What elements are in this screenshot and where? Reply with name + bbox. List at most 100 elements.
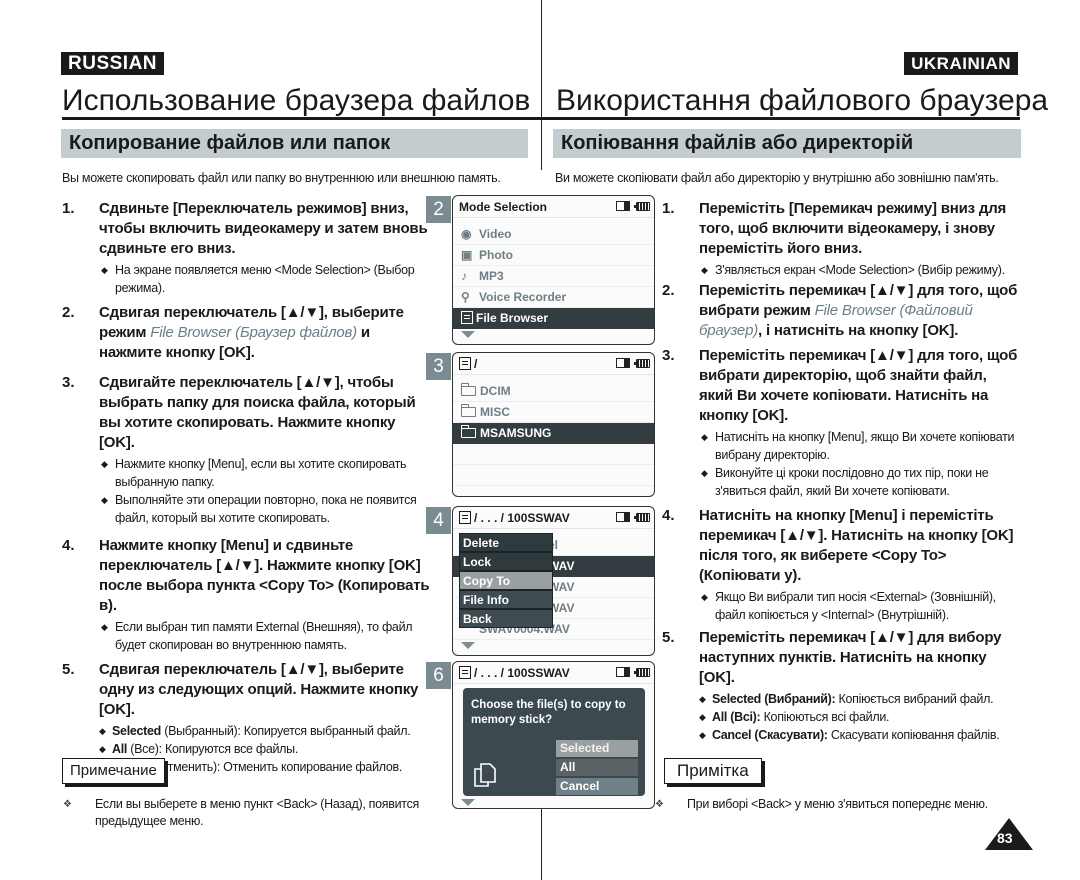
page-title-russian: Использование браузера файлов xyxy=(62,84,531,117)
step-number: 1. xyxy=(62,200,75,217)
scroll-down-icon[interactable] xyxy=(461,331,475,338)
intro-ukrainian: Ви можете скопіювати файл або директорію… xyxy=(555,171,999,185)
step-text: Перемістіть перемикач [▲/▼] для того, що… xyxy=(699,347,1018,424)
step-text: Перемістіть перемикач [▲/▼] для вибору н… xyxy=(699,629,1002,686)
scroll-down-icon[interactable] xyxy=(461,799,475,806)
video-camera-icon: ◉ xyxy=(461,227,472,241)
folder-item[interactable]: DCIM xyxy=(453,381,654,402)
menu-item-voice-recorder[interactable]: ⚲ Voice Recorder xyxy=(453,287,654,308)
screen-number-4: 4 xyxy=(426,507,451,534)
battery-icon xyxy=(634,512,650,522)
dialog-question: Choose the file(s) to copy to memory sti… xyxy=(471,699,626,726)
document-icon xyxy=(459,511,471,524)
page-title-ukrainian: Використання файлового браузера xyxy=(556,84,1049,117)
music-note-icon: ♪ xyxy=(461,269,467,283)
step-number: 4. xyxy=(662,507,675,524)
bullet: Если выбран тип памяти External (Внешняя… xyxy=(99,618,432,654)
step-3: 3. Перемістіть перемикач [▲/▼] для того,… xyxy=(662,346,1022,500)
menu-copy-to[interactable]: Copy To xyxy=(459,571,553,590)
document-icon xyxy=(461,311,473,324)
step-2: 2. Сдвигая переключатель [▲/▼], выберите… xyxy=(62,303,432,363)
folder-icon xyxy=(461,425,476,438)
option-cancel-button[interactable]: Cancel xyxy=(556,778,638,795)
step-text: Перемістіть [Перемикач режиму] вниз для … xyxy=(699,200,1007,257)
step-number: 3. xyxy=(662,347,675,364)
option-selected: Selected (Вибраний): Копіюється вибраний… xyxy=(699,690,1022,708)
intro-russian: Вы можете скопировать файл или папку во … xyxy=(62,171,501,185)
step-number: 3. xyxy=(62,374,75,391)
step-3: 3. Сдвигайте переключатель [▲/▼], чтобы … xyxy=(62,373,432,527)
step-text: Нажмите кнопку [Menu] и сдвиньте переклю… xyxy=(99,537,430,614)
step-text: Сдвигая переключатель [▲/▼], выберите ре… xyxy=(99,304,404,361)
memory-icon xyxy=(616,512,630,522)
scroll-down-icon[interactable] xyxy=(461,642,475,649)
step-number: 2. xyxy=(662,282,675,299)
bullet: Нажмите кнопку [Menu], если вы хотите ск… xyxy=(99,455,432,491)
option-selected: Selected (Выбранный): Копируется выбранн… xyxy=(99,722,432,740)
camera-icon: ▣ xyxy=(461,248,473,262)
bullet: Натисніть на кнопку [Menu], якщо Ви хоче… xyxy=(699,428,1022,464)
title-rule xyxy=(62,117,1020,120)
step-5: 5. Перемістіть перемикач [▲/▼] для вибор… xyxy=(662,628,1022,744)
menu-item-video[interactable]: ◉ Video xyxy=(453,224,654,245)
screen-number-6: 6 xyxy=(426,662,451,689)
microphone-icon: ⚲ xyxy=(461,290,470,304)
screen-header: / xyxy=(453,353,654,375)
step-text: Сдвигайте переключатель [▲/▼], чтобы выб… xyxy=(99,374,416,451)
option-all: All (Всі): Копіюються всі файли. xyxy=(699,708,1022,726)
step-number: 1. xyxy=(662,200,675,217)
step-number: 5. xyxy=(662,629,675,646)
language-badge-ukrainian: UKRAINIAN xyxy=(904,52,1018,75)
menu-back[interactable]: Back xyxy=(459,609,553,628)
mode-highlight: File Browser (Браузер файлов) xyxy=(150,324,357,341)
language-badge-russian: RUSSIAN xyxy=(61,52,165,75)
battery-icon xyxy=(634,201,650,211)
step-1: 1. Перемістіть [Перемикач режиму] вниз д… xyxy=(662,199,1022,279)
step-number: 4. xyxy=(62,537,75,554)
note-text-russian: Если вы выберете в меню пункт <Back> (На… xyxy=(63,796,425,830)
note-label-ukrainian: Примітка xyxy=(664,758,762,784)
page-number-badge: 83 xyxy=(985,818,1033,850)
menu-item-file-browser[interactable]: File Browser xyxy=(453,308,654,329)
steps-ukrainian: 1. Перемістіть [Перемикач режиму] вниз д… xyxy=(662,199,1022,744)
screen-mode-selection: Mode Selection ◉ Video ▣ Photo ♪ MP3 ⚲ Voice… xyxy=(452,195,655,345)
option-all-button[interactable]: All xyxy=(556,759,638,776)
screen-folder-list: / DCIM MISC MSAMSUNG xyxy=(452,352,655,497)
option-cancel: Cancel (Скасувати): Скасувати копіювання… xyxy=(699,726,1022,744)
note-label-russian: Примечание xyxy=(62,758,165,784)
menu-file-info[interactable]: File Info xyxy=(459,590,553,609)
context-menu: Delete Lock Copy To File Info Back xyxy=(459,533,553,628)
menu-delete[interactable]: Delete xyxy=(459,533,553,552)
step-1: 1. Сдвиньте [Переключатель режимов] вниз… xyxy=(62,199,432,297)
menu-item-mp3[interactable]: ♪ MP3 xyxy=(453,266,654,287)
menu-lock[interactable]: Lock xyxy=(459,552,553,571)
folder-icon xyxy=(461,383,476,396)
page-number: 83 xyxy=(997,830,1013,846)
battery-icon xyxy=(634,667,650,677)
memory-icon xyxy=(616,201,630,211)
option-selected-button[interactable]: Selected xyxy=(556,740,638,757)
step-text: Натисніть на кнопку [Menu] і перемістіть… xyxy=(699,507,1014,584)
step-text: Сдвиньте [Переключатель режимов] вниз, ч… xyxy=(99,200,428,257)
battery-icon xyxy=(634,358,650,368)
menu-item-photo[interactable]: ▣ Photo xyxy=(453,245,654,266)
section-heading-ukrainian: Копіювання файлів або директорій xyxy=(553,129,1021,158)
memory-icon xyxy=(616,667,630,677)
screen-header: / . . . / 100SSWAV xyxy=(453,507,654,529)
bullet: Якщо Ви вибрали тип носія <External> (Зо… xyxy=(699,588,1022,624)
screen-number-3: 3 xyxy=(426,353,451,380)
folder-item[interactable]: MISC xyxy=(453,402,654,423)
step-2: 2. Перемістіть перемикач [▲/▼] для того,… xyxy=(662,281,1022,341)
step-number: 5. xyxy=(62,661,75,678)
memory-icon xyxy=(616,358,630,368)
step-4: 4. Нажмите кнопку [Menu] и сдвиньте пере… xyxy=(62,536,432,654)
column-divider xyxy=(541,0,542,170)
bullet: Виконуйте ці кроки послідовно до тих пір… xyxy=(699,464,1022,500)
document-icon xyxy=(459,666,471,679)
steps-russian: 1. Сдвиньте [Переключатель режимов] вниз… xyxy=(62,199,432,776)
note-text-ukrainian: При виборі <Back> у меню з'явиться попер… xyxy=(655,796,1027,813)
folder-item-selected[interactable]: MSAMSUNG xyxy=(453,423,654,444)
step-text: Сдвигая переключатель [▲/▼], выберите од… xyxy=(99,661,419,718)
copy-icon xyxy=(474,763,496,787)
empty-row xyxy=(453,444,654,465)
